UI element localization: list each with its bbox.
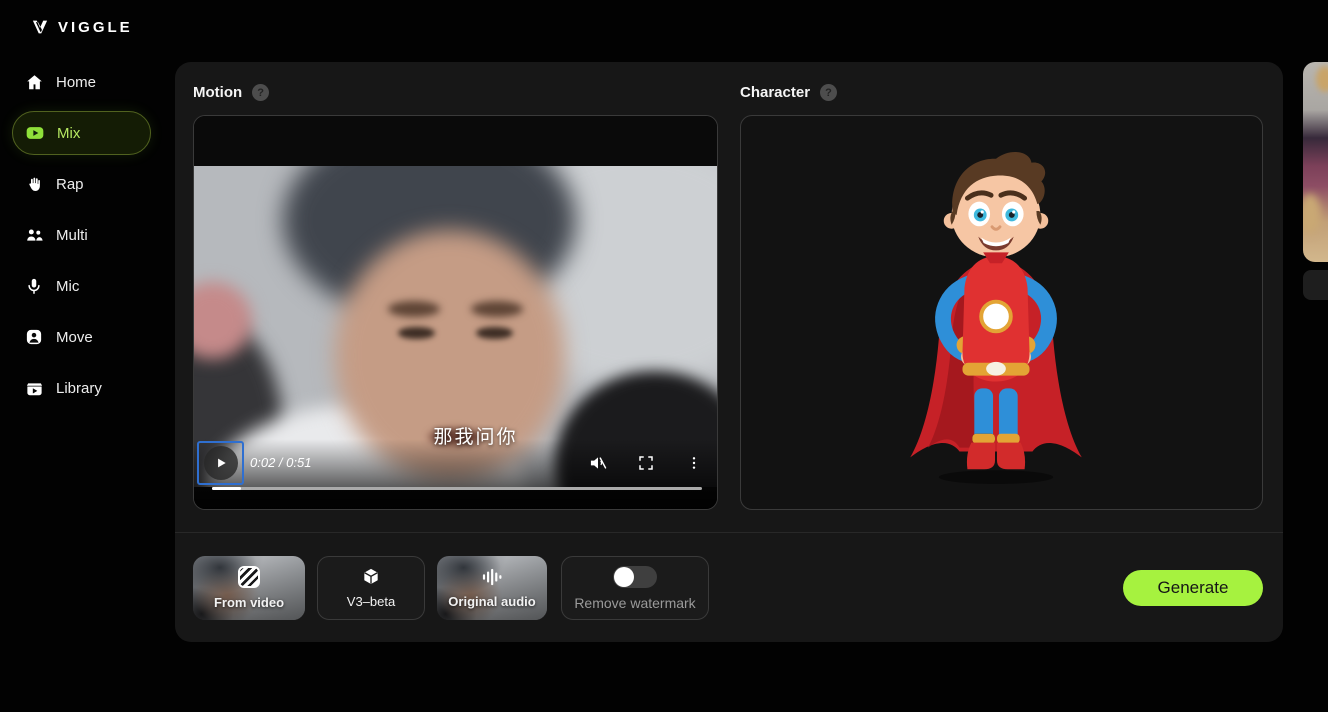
sidebar-item-label: Home — [56, 74, 96, 91]
character-image — [881, 142, 1111, 487]
sidebar-item-mix[interactable]: Mix — [12, 111, 151, 155]
sidebar-item-label: Mix — [57, 125, 80, 142]
video-time: 0:02 / 0:51 — [250, 454, 311, 472]
logo-text: VIGGLE — [58, 19, 133, 36]
play-icon — [204, 446, 238, 480]
viggle-logo-icon — [30, 17, 50, 37]
from-video-label: From video — [214, 595, 284, 610]
motion-section-title: Motion ? — [193, 84, 269, 101]
move-person-icon — [24, 327, 44, 347]
side-strip-thumbnail[interactable] — [1303, 62, 1328, 262]
video-face-detail — [471, 301, 523, 317]
motion-title: Motion — [193, 84, 242, 101]
video-progress-bar[interactable] — [212, 487, 702, 490]
sidebar-item-label: Rap — [56, 176, 84, 193]
home-icon — [24, 72, 44, 92]
video-subtitle: 那我问你 — [234, 422, 717, 449]
video-controls-gradient — [194, 439, 717, 509]
video-face-detail — [398, 327, 435, 340]
version-button[interactable]: V3–beta — [317, 556, 425, 620]
motion-video-player[interactable]: 那我问你 0:02 / 0:51 — [194, 116, 717, 509]
generate-button[interactable]: Generate — [1123, 570, 1263, 606]
library-icon — [24, 378, 44, 398]
toggle-knob — [614, 567, 634, 587]
sidebar-item-label: Multi — [56, 227, 88, 244]
original-audio-button[interactable]: Original audio — [437, 556, 547, 620]
character-panel[interactable] — [740, 115, 1263, 510]
sidebar-item-label: Mic — [56, 278, 79, 295]
watermark-toggle[interactable] — [613, 566, 657, 588]
sidebar-item-mic[interactable]: Mic — [12, 264, 151, 308]
video-face-detail — [476, 327, 513, 340]
from-video-pattern-icon — [238, 566, 260, 588]
sidebar-item-library[interactable]: Library — [12, 366, 151, 410]
sidebar-item-rap[interactable]: Rap — [12, 162, 151, 206]
version-label: V3–beta — [347, 594, 395, 609]
original-audio-label: Original audio — [448, 594, 535, 609]
cube-icon — [361, 567, 381, 587]
toolbar-divider — [175, 532, 1283, 533]
sidebar-item-multi[interactable]: Multi — [12, 213, 151, 257]
video-face-detail — [388, 301, 440, 317]
mix-icon — [25, 123, 45, 143]
multi-people-icon — [24, 225, 44, 245]
motion-panel: 那我问你 0:02 / 0:51 — [193, 115, 718, 510]
main-card: Motion ? Character ? — [175, 62, 1283, 642]
from-video-button[interactable]: From video — [193, 556, 305, 620]
remove-watermark-label: Remove watermark — [574, 595, 695, 611]
sidebar-item-label: Move — [56, 329, 93, 346]
side-strip-card[interactable] — [1303, 270, 1328, 300]
fullscreen-button[interactable] — [635, 452, 657, 474]
mute-button[interactable] — [587, 452, 609, 474]
character-section-title: Character ? — [740, 84, 837, 101]
sidebar-item-label: Library — [56, 380, 102, 397]
more-options-button[interactable] — [683, 452, 705, 474]
mic-icon — [24, 276, 44, 296]
character-help-icon[interactable]: ? — [820, 84, 837, 101]
viggle-logo[interactable]: VIGGLE — [30, 17, 133, 37]
sidebar-item-move[interactable]: Move — [12, 315, 151, 359]
progress-fill — [212, 487, 241, 490]
waveform-icon — [481, 567, 503, 587]
viggle-app: VIGGLE Home Mix Rap Multi — [0, 0, 1328, 712]
rap-hand-icon — [24, 174, 44, 194]
character-title: Character — [740, 84, 810, 101]
play-button[interactable] — [197, 441, 244, 485]
remove-watermark-button[interactable]: Remove watermark — [561, 556, 709, 620]
sidebar-item-home[interactable]: Home — [12, 60, 151, 104]
motion-help-icon[interactable]: ? — [252, 84, 269, 101]
